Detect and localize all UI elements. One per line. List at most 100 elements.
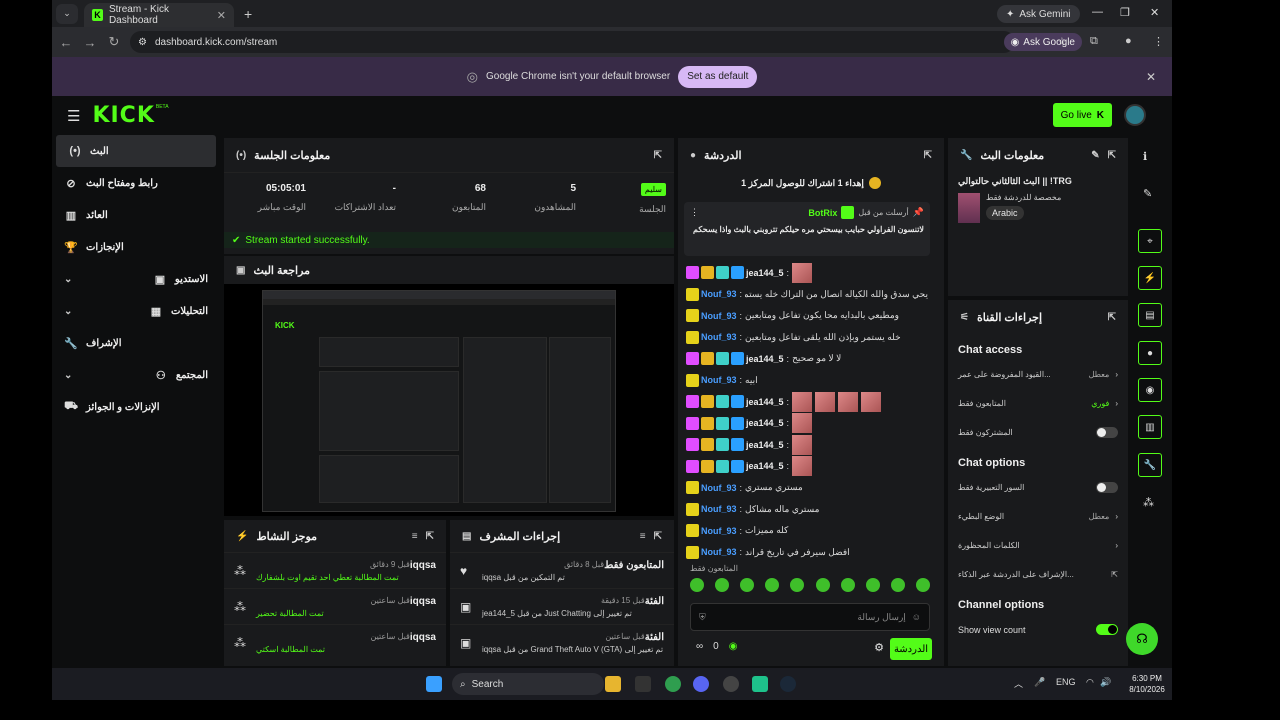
- rail-wrench-button[interactable]: 🔧: [1138, 453, 1162, 477]
- filter-icon[interactable]: ≡: [412, 531, 418, 542]
- close-tab-icon[interactable]: ✕: [217, 9, 226, 22]
- emote-icon[interactable]: [715, 578, 730, 592]
- message-username[interactable]: jea144_5: [746, 397, 784, 407]
- chat-message[interactable]: jea144_5: لا لا مو صحيح: [678, 348, 936, 370]
- channel-action-row[interactable]: المشتركون فقط: [948, 418, 1128, 447]
- edit-icon[interactable]: ✎: [1143, 187, 1152, 200]
- activity-row[interactable]: ⁂ iqqsa قبل 9 دقائق تمت المطالبة تعطي احد ت…: [224, 552, 446, 588]
- steam-icon[interactable]: [780, 676, 796, 692]
- user-avatar[interactable]: [1124, 104, 1146, 126]
- chat-message[interactable]: Nouf_93: ومطيعي بالبدايه محا يكون تفاعل و…: [678, 305, 936, 327]
- chat-message[interactable]: Nouf_93: يحي سدق والله الكياله انصال من ا…: [678, 284, 936, 306]
- go-live-button[interactable]: Go live K: [1052, 103, 1112, 127]
- chat-message[interactable]: Nouf_93: افضل سيرفر في تاريخ قراند: [678, 542, 936, 563]
- message-username[interactable]: jea144_5: [746, 440, 784, 450]
- popout-icon[interactable]: ⇱: [924, 150, 932, 161]
- chat-message[interactable]: Nouf_93: كله مميزات: [678, 520, 936, 542]
- emote-icon[interactable]: [790, 578, 805, 592]
- reload-icon[interactable]: ↻: [102, 34, 126, 50]
- browser-tab[interactable]: K Stream - Kick Dashboard ✕: [84, 3, 234, 27]
- message-username[interactable]: Nouf_93: [701, 547, 737, 557]
- activity-row[interactable]: ⁂ iqqsa قبل ساعتين تمت المطالبة تحضير: [224, 588, 446, 624]
- chrome-icon[interactable]: [665, 676, 681, 692]
- chat-message[interactable]: jea144_5:: [678, 262, 936, 284]
- chat-message[interactable]: jea144_5:: [678, 434, 936, 456]
- popout-icon[interactable]: ⇱: [1108, 150, 1116, 161]
- rail-chat-button[interactable]: ●: [1138, 341, 1162, 365]
- toggle-switch[interactable]: [1096, 482, 1118, 493]
- channel-action-row[interactable]: الوضع البطيء معطل ›: [948, 502, 1128, 531]
- show-view-count-toggle[interactable]: [1096, 624, 1118, 635]
- sidebar-item-4[interactable]: الاستديو ▣ ⌄: [52, 263, 220, 295]
- chevron-right-icon[interactable]: ›: [1115, 512, 1118, 521]
- popout-icon[interactable]: ⇱: [654, 531, 662, 542]
- set-default-button[interactable]: Set as default: [678, 65, 758, 88]
- support-headset-icon[interactable]: ☊: [1126, 623, 1158, 655]
- rail-live-button[interactable]: ◉: [1138, 378, 1162, 402]
- popout-icon[interactable]: ⇱: [426, 531, 434, 542]
- profile-icon[interactable]: ●: [1125, 35, 1132, 47]
- channel-action-row[interactable]: السور التعبيرية فقط: [948, 473, 1128, 502]
- message-username[interactable]: Nouf_93: [701, 526, 737, 536]
- message-username[interactable]: Nouf_93: [701, 311, 737, 321]
- message-username[interactable]: Nouf_93: [701, 483, 737, 493]
- site-info-icon[interactable]: ⚙: [138, 37, 147, 48]
- rail-activity-button[interactable]: ⚡: [1138, 266, 1162, 290]
- epic-games-icon[interactable]: [635, 676, 651, 692]
- chevron-down-icon[interactable]: ⌄: [64, 306, 72, 317]
- activity-row[interactable]: ⁂ iqqsa قبل ساعتين تمت المطالبة اسكتي: [224, 624, 446, 660]
- close-window-icon[interactable]: ✕: [1150, 6, 1159, 19]
- message-username[interactable]: jea144_5: [746, 418, 784, 428]
- message-username[interactable]: Nouf_93: [701, 289, 737, 299]
- edit-icon[interactable]: ✎: [1091, 150, 1099, 161]
- emote-icon[interactable]: [915, 578, 930, 592]
- chevron-right-icon[interactable]: ›: [1115, 541, 1118, 550]
- emote-icon[interactable]: [690, 578, 704, 592]
- back-icon[interactable]: ←: [54, 35, 78, 50]
- activity-row[interactable]: ♥ المتابعون فقط قبل 8 دقائق تم التمكين من ق…: [450, 552, 674, 588]
- rail-mod-button[interactable]: ▤: [1138, 303, 1162, 327]
- kick-logo[interactable]: KICK: [92, 103, 154, 128]
- chat-message[interactable]: Nouf_93: مستري مستري: [678, 477, 936, 499]
- chevron-right-icon[interactable]: ›: [1115, 370, 1118, 379]
- chat-send-button[interactable]: الدردشة: [890, 638, 932, 660]
- sidebar-item-0[interactable]: البث (•): [56, 135, 216, 167]
- pin-menu-icon[interactable]: ⋮: [690, 207, 699, 218]
- menu-dots-icon[interactable]: ⋮: [1153, 35, 1164, 48]
- kick-coin-icon[interactable]: ◉: [729, 641, 738, 652]
- sidebar-item-5[interactable]: التحليلات ▦ ⌄: [52, 295, 220, 327]
- message-username[interactable]: jea144_5: [746, 461, 784, 471]
- discord-icon[interactable]: [693, 676, 709, 692]
- chat-message[interactable]: Nouf_93: ابيه: [678, 370, 936, 392]
- message-username[interactable]: jea144_5: [746, 268, 784, 278]
- channel-action-row[interactable]: الإشراف على الدردشة عبر الذكاء... ⇱: [948, 560, 1128, 589]
- popout-icon[interactable]: ⇱: [1108, 312, 1116, 323]
- sidebar-item-7[interactable]: المجتمع ⚇ ⌄: [52, 359, 220, 391]
- message-username[interactable]: Nouf_93: [701, 504, 737, 514]
- taskbar-clock[interactable]: 6:30 PM 8/10/2026: [1122, 673, 1172, 695]
- wifi-icon[interactable]: ◠: [1086, 677, 1094, 688]
- shield-icon[interactable]: ⛨: [699, 612, 706, 623]
- message-username[interactable]: Nouf_93: [701, 332, 737, 342]
- close-infobar-icon[interactable]: ✕: [1146, 70, 1156, 84]
- gift-banner[interactable]: إهداء 1 اشتراك للوصول المركز 1: [678, 172, 944, 194]
- infinity-icon[interactable]: ∞: [696, 641, 703, 652]
- emote-icon[interactable]: [740, 578, 755, 592]
- sidebar-item-6[interactable]: الإشراف 🔧: [52, 327, 220, 359]
- pinned-message[interactable]: 📌 أرسلت من قبل BotRix ⋮ لاتنسون الفراولي حب…: [684, 202, 930, 256]
- chat-message[interactable]: Nouf_93: مستري ماله مشاكل: [678, 499, 936, 521]
- chat-message[interactable]: jea144_5:: [678, 456, 936, 478]
- popout-icon[interactable]: ⇱: [654, 150, 662, 161]
- rail-session-button[interactable]: ⌖: [1138, 229, 1162, 253]
- chevron-down-icon[interactable]: ⌄: [64, 370, 72, 381]
- filter-icon[interactable]: ≡: [640, 531, 646, 542]
- volume-icon[interactable]: 🔊: [1100, 677, 1111, 688]
- stream-preview-video[interactable]: KICK: [262, 290, 616, 512]
- chat-message[interactable]: Nouf_93: خله يستمر وبإذن الله يلقى تفاعل …: [678, 327, 936, 349]
- message-username[interactable]: jea144_5: [746, 354, 784, 364]
- emote-icon[interactable]: [765, 578, 780, 592]
- channel-action-row[interactable]: المتابعون فقط فوري ›: [948, 389, 1128, 418]
- address-bar[interactable]: ⚙ dashboard.kick.com/stream: [130, 31, 1015, 53]
- emote-icon[interactable]: [840, 578, 855, 592]
- taskbar-search[interactable]: ⌕ Search: [452, 673, 604, 695]
